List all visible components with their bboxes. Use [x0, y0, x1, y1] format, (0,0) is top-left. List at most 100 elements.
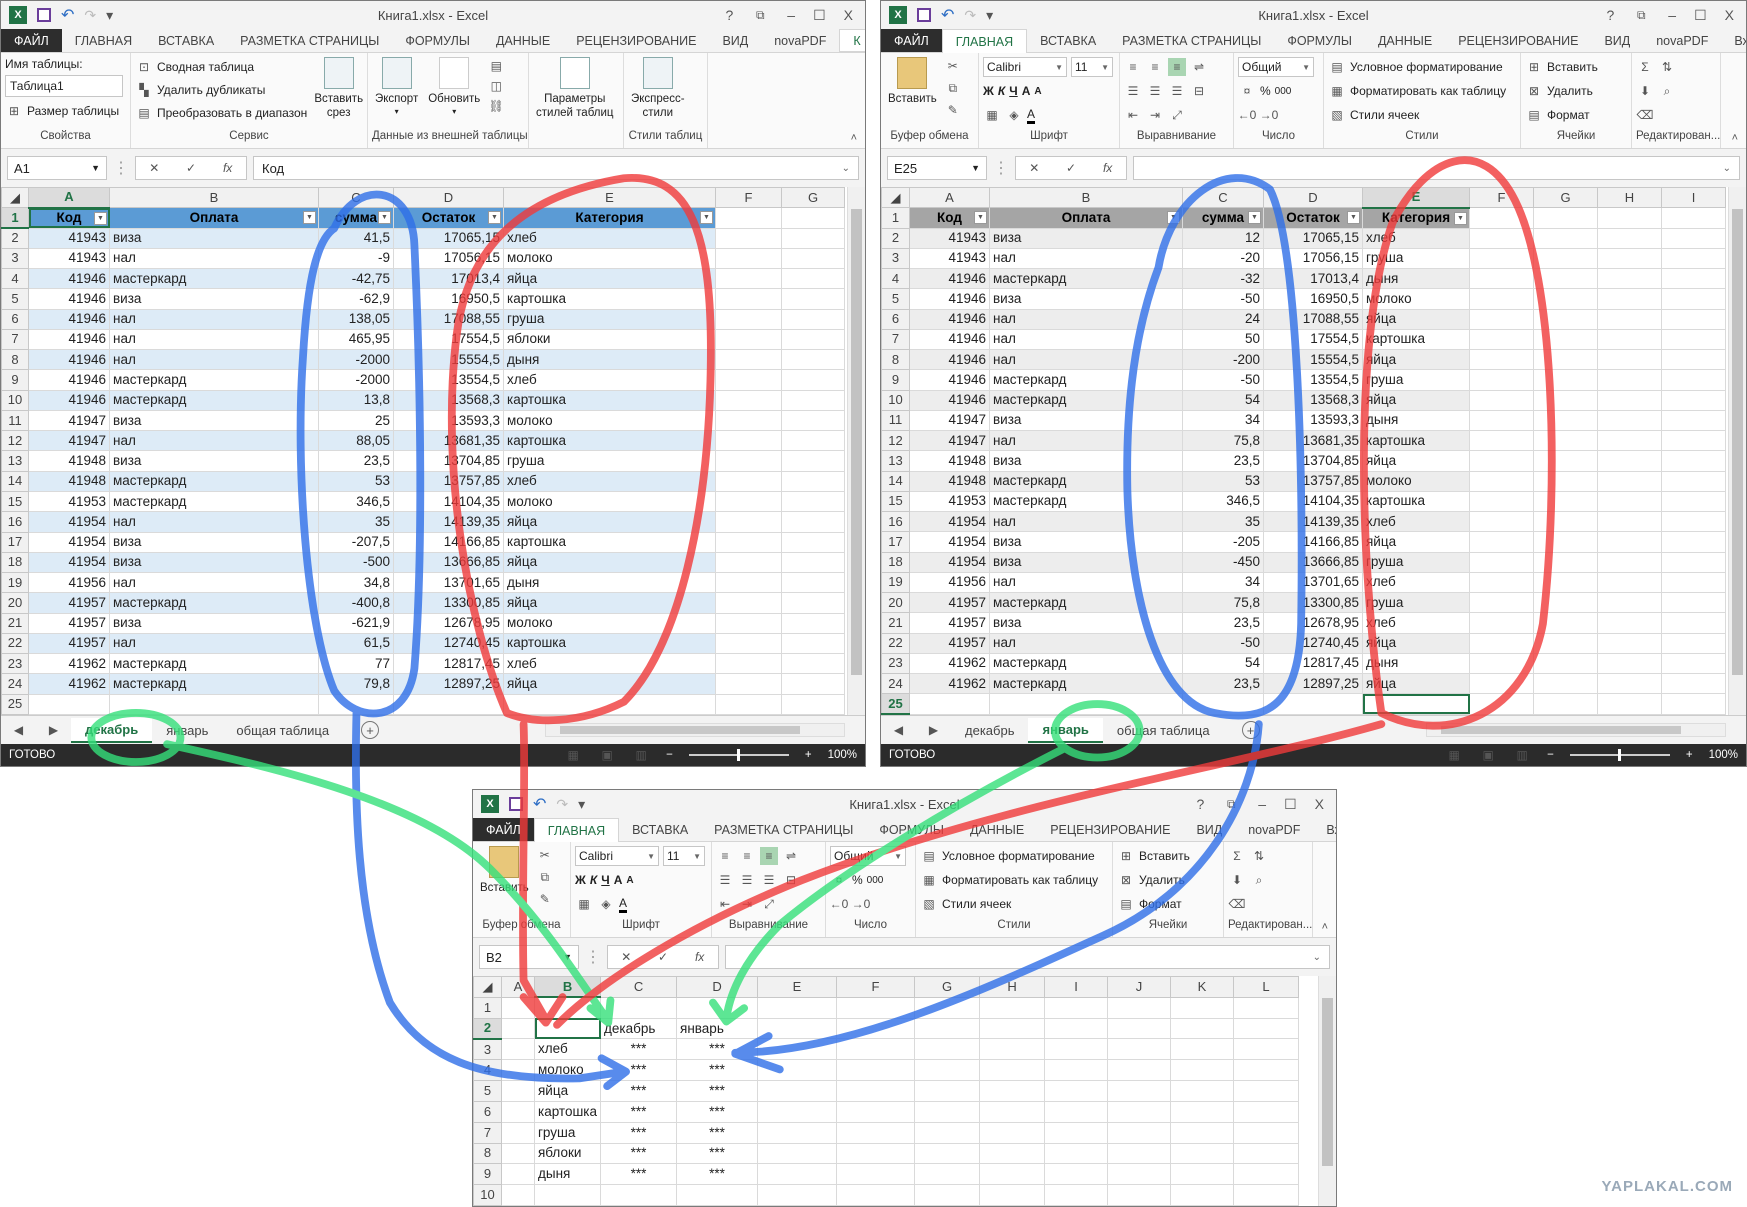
cell[interactable]: 41957: [28, 632, 110, 655]
cell[interactable]: 53: [1182, 470, 1264, 492]
cell[interactable]: яйца: [503, 592, 716, 614]
sheet-tab[interactable]: декабрь: [951, 719, 1028, 742]
tab-4[interactable]: ФОРМУЛЫ: [1274, 29, 1365, 52]
tab-2[interactable]: ВСТАВКА: [619, 818, 701, 841]
cell[interactable]: [781, 328, 845, 351]
cell[interactable]: 41953: [28, 490, 110, 513]
cell[interactable]: [1107, 1059, 1172, 1082]
cell[interactable]: 41947: [909, 409, 990, 432]
row-header[interactable]: 9: [473, 1163, 502, 1186]
column-header[interactable]: C: [600, 976, 678, 998]
cell[interactable]: [781, 511, 845, 533]
maximize-button[interactable]: ☐: [1694, 7, 1707, 24]
row-header[interactable]: 4: [881, 267, 910, 290]
filter-dropdown-icon[interactable]: ▼: [700, 211, 713, 225]
increase-decimal-icon[interactable]: ←0: [1238, 106, 1256, 124]
insert-cells-button[interactable]: ⊞ Вставить: [1117, 846, 1219, 866]
cell[interactable]: 13666,85: [1263, 551, 1363, 573]
column-header[interactable]: C: [1182, 187, 1264, 209]
cell[interactable]: картошка: [503, 531, 716, 553]
vertical-scrollbar-thumb[interactable]: [1322, 998, 1333, 1166]
row-header[interactable]: 5: [881, 288, 910, 310]
cell[interactable]: 41957: [909, 632, 990, 654]
cell[interactable]: 41947: [28, 430, 110, 452]
cell[interactable]: 41946: [909, 288, 990, 310]
cell[interactable]: -2000: [318, 369, 394, 391]
cell[interactable]: мастеркард: [989, 672, 1183, 695]
cell[interactable]: [1044, 1163, 1109, 1186]
cell[interactable]: [1233, 1059, 1300, 1082]
cell[interactable]: 34: [1182, 571, 1264, 594]
page-break-icon[interactable]: ▥: [1513, 746, 1531, 764]
cell[interactable]: [1597, 348, 1662, 371]
align-top-icon[interactable]: ≡: [1124, 58, 1142, 76]
cell[interactable]: дыня: [1362, 267, 1470, 290]
cell[interactable]: [1107, 1163, 1172, 1186]
cell[interactable]: 41962: [909, 672, 990, 695]
tab-3[interactable]: РАЗМЕТКА СТРАНИЦЫ: [701, 818, 866, 841]
cell[interactable]: [1170, 1184, 1235, 1206]
cut-icon[interactable]: ✂: [536, 846, 554, 864]
cell[interactable]: [715, 572, 782, 594]
cell[interactable]: 13704,85: [1263, 450, 1363, 472]
cell[interactable]: [1233, 1184, 1300, 1206]
cell[interactable]: 13568,3: [393, 389, 504, 411]
tab-0[interactable]: ФАЙЛ: [1, 29, 62, 52]
cell[interactable]: дыня: [1362, 409, 1470, 432]
cell[interactable]: [501, 1038, 535, 1061]
cell[interactable]: [533, 1017, 602, 1040]
cell[interactable]: 41948: [909, 450, 990, 472]
expand-formula-icon[interactable]: ⌄: [1313, 952, 1321, 963]
enter-icon[interactable]: ✓: [654, 948, 672, 966]
cell[interactable]: [501, 1017, 535, 1040]
cell[interactable]: 17065,15: [393, 227, 504, 249]
cell[interactable]: [1533, 490, 1598, 513]
cell[interactable]: виза: [989, 612, 1183, 634]
column-header[interactable]: G: [914, 976, 981, 998]
cell[interactable]: [1233, 996, 1300, 1019]
cell[interactable]: 13300,85: [1263, 591, 1363, 614]
row-header[interactable]: 15: [1, 490, 29, 513]
select-all-corner[interactable]: ◢: [1, 187, 29, 209]
cell[interactable]: 41948: [28, 450, 110, 472]
cell[interactable]: [318, 693, 394, 715]
column-header[interactable]: K: [1170, 976, 1235, 998]
cell[interactable]: [1233, 1017, 1300, 1040]
cell[interactable]: нал: [109, 632, 319, 655]
sheet-tab[interactable]: общая таблица: [222, 719, 343, 742]
cell[interactable]: картошка: [503, 389, 716, 411]
cell[interactable]: ***: [676, 1121, 759, 1144]
horizontal-scrollbar[interactable]: [545, 723, 845, 737]
close-button[interactable]: X: [844, 7, 853, 23]
underline-button[interactable]: Ч: [1009, 84, 1017, 98]
cell[interactable]: [600, 996, 678, 1019]
tab-3[interactable]: РАЗМЕТКА СТРАНИЦЫ: [1109, 29, 1274, 52]
quick-styles-button[interactable]: Экспресс-стили: [628, 57, 688, 130]
cell[interactable]: [501, 1184, 535, 1206]
cell[interactable]: [979, 1038, 1046, 1061]
cell[interactable]: -9: [318, 247, 394, 270]
cell[interactable]: [109, 693, 319, 715]
row-header[interactable]: 6: [473, 1100, 502, 1123]
cell[interactable]: 41954: [909, 531, 990, 553]
cell[interactable]: [914, 1100, 981, 1123]
cell[interactable]: [1107, 1100, 1172, 1123]
cell[interactable]: дыня: [503, 349, 716, 371]
cell[interactable]: молоко: [533, 1059, 602, 1082]
cell[interactable]: [781, 653, 845, 675]
cell[interactable]: 41953: [909, 490, 990, 513]
cell[interactable]: [1044, 1080, 1109, 1102]
vertical-scrollbar[interactable]: [1318, 976, 1336, 1206]
row-header[interactable]: 10: [881, 389, 910, 411]
cell[interactable]: виза: [109, 612, 319, 634]
cell[interactable]: [533, 1184, 602, 1206]
cell[interactable]: [1597, 551, 1662, 573]
cell[interactable]: 12897,25: [1263, 672, 1363, 695]
cell[interactable]: [781, 693, 845, 715]
cell[interactable]: 41947: [28, 409, 110, 432]
page-break-icon[interactable]: ▥: [632, 746, 650, 764]
sort-filter-icon[interactable]: ⇅: [1658, 58, 1676, 76]
cell[interactable]: 41946: [28, 369, 110, 391]
cell[interactable]: [1233, 1163, 1300, 1186]
cell[interactable]: [914, 1038, 981, 1061]
